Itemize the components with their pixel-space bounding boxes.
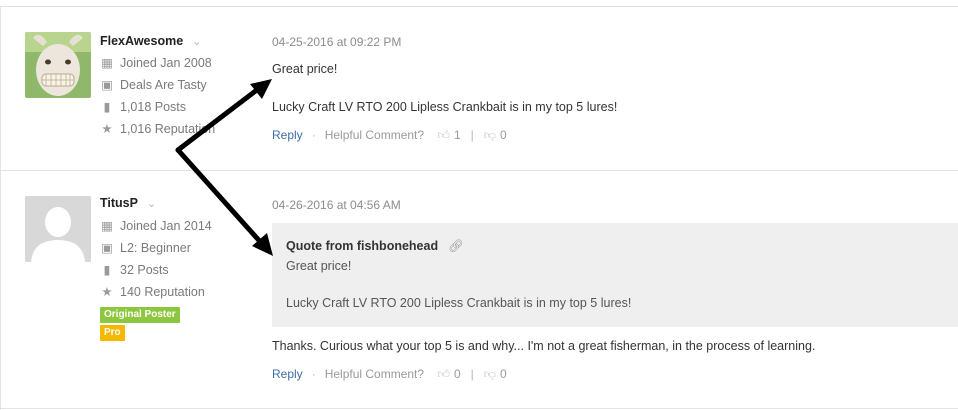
username-label[interactable]: FlexAwesome bbox=[100, 34, 183, 48]
quote-line: Lucky Craft LV RTO 200 Lipless Crankbait… bbox=[286, 296, 632, 310]
frame-bottom-border bbox=[0, 408, 958, 409]
post-count: 1,018 Posts bbox=[120, 100, 187, 114]
goat-avatar-image bbox=[25, 32, 91, 98]
calendar-icon: ▦ bbox=[101, 219, 113, 233]
helpful-label: Helpful Comment? bbox=[324, 128, 425, 142]
vote-divider: | bbox=[470, 367, 474, 381]
post-body-line: Great price! bbox=[272, 62, 338, 76]
quote-header: Quote from fishbonehead 🔗︎ bbox=[286, 239, 464, 254]
pro-badge: Pro bbox=[100, 325, 125, 341]
upvote-count: 1 bbox=[453, 128, 461, 142]
chevron-down-icon[interactable]: ⌄ bbox=[192, 35, 201, 48]
avatar[interactable] bbox=[25, 32, 91, 98]
post-timestamp: 04-26-2016 at 04:56 AM bbox=[272, 198, 401, 212]
username[interactable]: FlexAwesome ⌄ bbox=[100, 34, 201, 48]
user-meta: ▦ Joined Jan 2014 ▣ L2: Beginner ▮ 32 Posts… bbox=[100, 215, 212, 303]
downvote-count: 0 bbox=[499, 367, 507, 381]
avatar[interactable] bbox=[25, 196, 91, 262]
speech-bubble-icon: ▮ bbox=[103, 263, 111, 277]
joined-date: Joined Jan 2014 bbox=[120, 219, 212, 233]
joined-date: Joined Jan 2008 bbox=[120, 56, 212, 70]
username-label[interactable]: TitusP bbox=[100, 196, 138, 210]
user-rank: L2: Beginner bbox=[120, 241, 191, 255]
quote-block: Quote from fishbonehead 🔗︎ Great price! L… bbox=[272, 223, 958, 327]
post-actions: Reply · Helpful Comment? 👍︎ 1 | 👎︎ 0 bbox=[272, 128, 507, 143]
post-timestamp: 04-25-2016 at 09:22 PM bbox=[272, 35, 402, 49]
quote-author: Quote from fishbonehead bbox=[286, 239, 439, 253]
post-count: 32 Posts bbox=[120, 263, 169, 277]
reply-link[interactable]: Reply bbox=[272, 128, 303, 142]
calendar-icon: ▦ bbox=[101, 56, 113, 70]
separator-dot: · bbox=[311, 128, 316, 142]
reply-link[interactable]: Reply bbox=[272, 367, 303, 381]
id-card-icon: ▣ bbox=[101, 241, 113, 255]
link-icon[interactable]: 🔗︎ bbox=[448, 239, 464, 253]
user-rank: Deals Are Tasty bbox=[120, 78, 207, 92]
thumbs-down-icon[interactable]: 👎︎ bbox=[484, 128, 496, 142]
id-card-icon: ▣ bbox=[101, 78, 113, 92]
reputation-count: 1,016 Reputation bbox=[120, 122, 216, 136]
post-body-line: Lucky Craft LV RTO 200 Lipless Crankbait… bbox=[272, 100, 618, 114]
default-avatar-image bbox=[25, 196, 91, 262]
original-poster-badge: Original Poster bbox=[100, 307, 180, 323]
post-actions: Reply · Helpful Comment? 👍︎ 0 | 👎︎ 0 bbox=[272, 367, 507, 382]
separator-dot: · bbox=[311, 367, 316, 381]
helpful-label: Helpful Comment? bbox=[324, 367, 425, 381]
star-icon: ★ bbox=[101, 122, 113, 136]
post-titusp: TitusP ⌄ ▦ Joined Jan 2014 ▣ L2: Beginner ▮… bbox=[0, 171, 958, 408]
vote-divider: | bbox=[470, 128, 474, 142]
thumbs-up-icon[interactable]: 👍︎ bbox=[437, 128, 450, 142]
star-icon: ★ bbox=[101, 285, 113, 299]
thumbs-up-icon[interactable]: 👍︎ bbox=[437, 367, 450, 381]
chevron-down-icon[interactable]: ⌄ bbox=[147, 197, 156, 210]
user-meta: ▦ Joined Jan 2008 ▣ Deals Are Tasty ▮ 1,018… bbox=[100, 52, 215, 140]
post-flexawesome: FlexAwesome ⌄ ▦ Joined Jan 2008 ▣ Deals Are… bbox=[0, 7, 958, 170]
thumbs-down-icon[interactable]: 👎︎ bbox=[484, 367, 496, 381]
post-body: Thanks. Curious what your top 5 is and w… bbox=[272, 339, 816, 353]
upvote-count: 0 bbox=[453, 367, 461, 381]
downvote-count: 0 bbox=[499, 128, 507, 142]
username[interactable]: TitusP ⌄ bbox=[100, 196, 156, 210]
reputation-count: 140 Reputation bbox=[120, 285, 205, 299]
quote-line: Great price! bbox=[286, 259, 352, 273]
speech-bubble-icon: ▮ bbox=[103, 100, 111, 114]
